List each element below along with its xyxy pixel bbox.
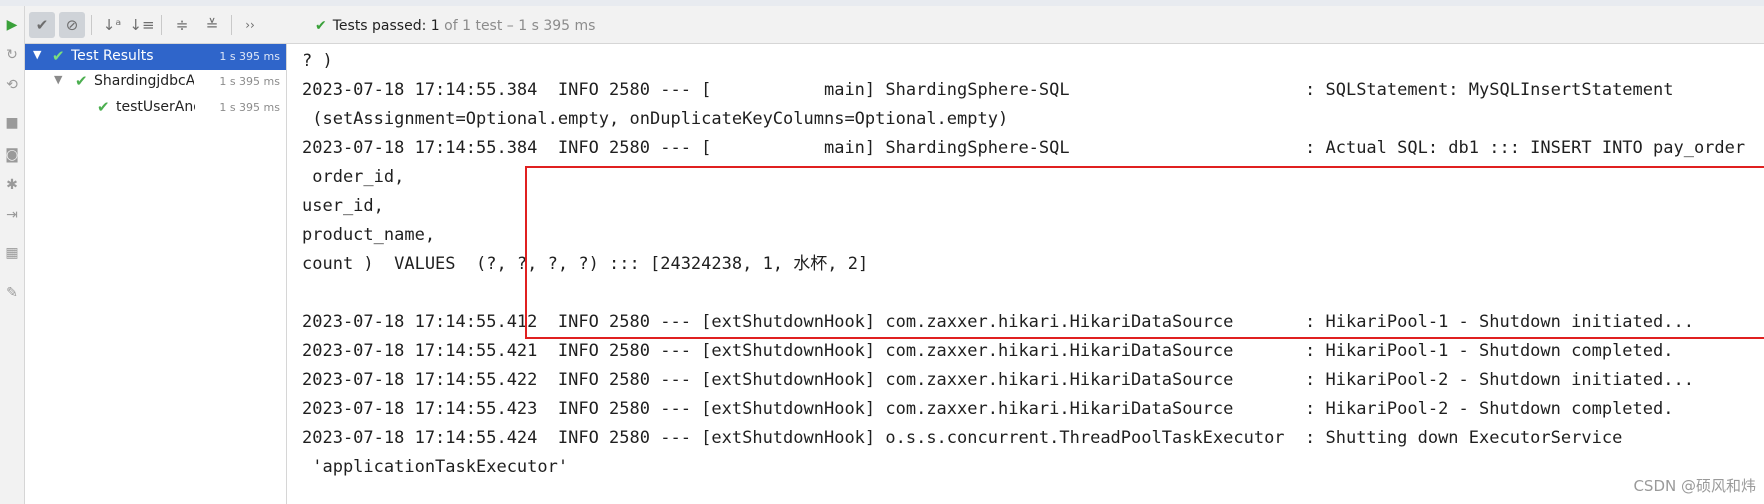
console-line: 2023-07-18 17:14:55.422 INFO 2580 --- [e…	[302, 370, 1694, 390]
console-line: 2023-07-18 17:14:55.384 INFO 2580 --- [ …	[302, 138, 1764, 158]
toolbar-separator	[91, 15, 92, 35]
status-label: Tests passed:	[332, 18, 427, 34]
console-output[interactable]: ? ) 2023-07-18 17:14:55.384 INFO 2580 --…	[287, 44, 1764, 504]
console-line: 2023-07-18 17:14:55.424 INFO 2580 --- [e…	[302, 428, 1623, 448]
show-ignored-icon[interactable]: ⊘	[59, 12, 85, 38]
toolbar-separator	[231, 15, 232, 35]
tree-item-test-method[interactable]: ✔ testUserAndP 1 s 395 ms	[25, 95, 286, 121]
status-count: 1	[430, 18, 440, 34]
collapse-all-icon[interactable]: ≚	[199, 12, 225, 38]
side-tool-strip: ▶ ↻ ⟲ ■ ◙ ✱ ⇥ ▦ ✎	[0, 6, 25, 504]
console-line: (setAssignment=Optional.empty, onDuplica…	[302, 109, 1009, 129]
console-line: 2023-07-18 17:14:55.423 INFO 2580 --- [e…	[302, 399, 1674, 419]
layout-icon[interactable]: ▦	[3, 244, 21, 262]
chevron-down-icon[interactable]: ▼	[54, 73, 62, 86]
test-runner-toolbar: ✔ ⊘ ↓ᵃ ↓≡ ≑ ≚ ›› ✔ Tests passed: 1 of 1 t…	[25, 6, 1764, 44]
tree-item-duration: 1 s 395 ms	[219, 101, 280, 114]
camera-icon[interactable]: ◙	[3, 146, 21, 164]
tree-item-duration: 1 s 395 ms	[219, 50, 280, 63]
passed-check-icon: ✔	[315, 18, 327, 34]
stop-icon[interactable]: ■	[3, 114, 21, 132]
console-line: product_name,	[302, 225, 436, 245]
toggle-auto-test-icon[interactable]: ⟲	[3, 76, 21, 94]
rerun-icon[interactable]: ▶	[3, 16, 21, 34]
more-icon[interactable]: ››	[237, 12, 263, 38]
console-line: 'applicationTaskExecutor'	[302, 457, 569, 477]
console-line: 2023-07-18 17:14:55.421 INFO 2580 --- [e…	[302, 341, 1674, 361]
tree-item-test-results[interactable]: ▼ ✔ Test Results 1 s 395 ms	[25, 44, 286, 70]
highlight-box	[525, 166, 1764, 339]
passed-check-icon: ✔	[52, 47, 65, 65]
console-line: user_id,	[302, 196, 384, 216]
tree-item-label: ShardingjdbcApp	[94, 73, 194, 89]
rerun-failed-icon[interactable]: ↻	[3, 46, 21, 64]
toolbar-separator	[161, 15, 162, 35]
tree-item-duration: 1 s 395 ms	[219, 75, 280, 88]
settings-icon[interactable]: ✱	[3, 176, 21, 194]
tree-item-label: Test Results	[71, 48, 154, 64]
show-passed-icon[interactable]: ✔	[29, 12, 55, 38]
expand-all-icon[interactable]: ≑	[169, 12, 195, 38]
status-meta: of 1 test – 1 s 395 ms	[444, 18, 596, 34]
console-line: order_id,	[302, 167, 405, 187]
passed-check-icon: ✔	[75, 72, 88, 90]
console-line: 2023-07-18 17:14:55.384 INFO 2580 --- [ …	[302, 80, 1674, 100]
test-status: ✔ Tests passed: 1 of 1 test – 1 s 395 ms	[315, 18, 595, 34]
chevron-down-icon[interactable]: ▼	[33, 48, 41, 61]
tree-item-test-class[interactable]: ▼ ✔ ShardingjdbcApp 1 s 395 ms	[25, 69, 286, 95]
tree-item-label: testUserAndP	[116, 99, 195, 115]
sort-duration-icon[interactable]: ↓≡	[129, 12, 155, 38]
sort-alpha-icon[interactable]: ↓ᵃ	[99, 12, 125, 38]
console-line: ? )	[302, 51, 333, 71]
watermark: CSDN @硕风和炜	[1633, 477, 1756, 495]
pin-icon[interactable]: ✎	[3, 284, 21, 302]
test-results-tree: ▼ ✔ Test Results 1 s 395 ms ▼ ✔ Sharding…	[25, 44, 287, 504]
passed-check-icon: ✔	[97, 98, 110, 116]
import-icon[interactable]: ⇥	[3, 206, 21, 224]
